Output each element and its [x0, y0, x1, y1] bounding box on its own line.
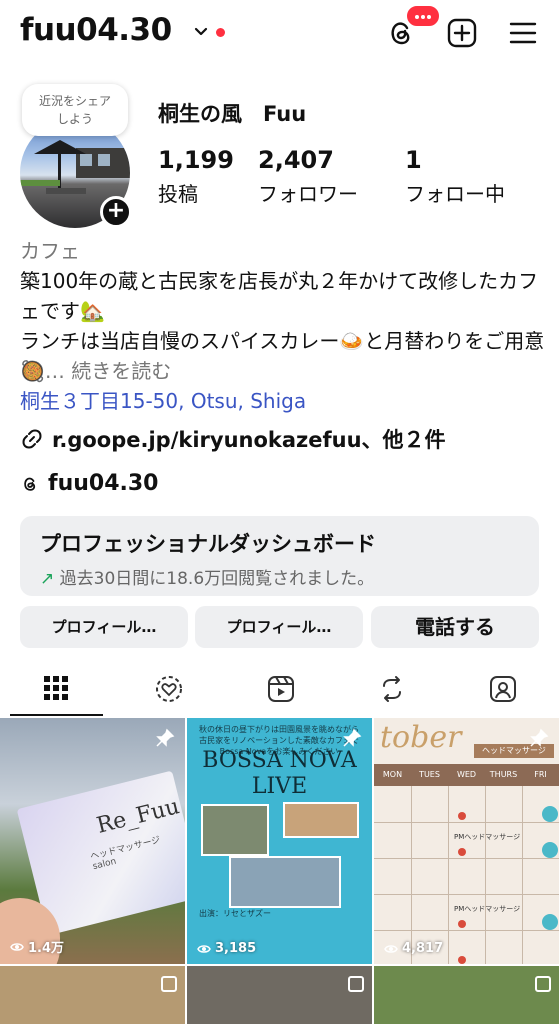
post-thumbnail[interactable]: tober ヘッドマッサージ MON TUES WED THURS FRI PM	[374, 718, 559, 964]
view-count: 3,185	[197, 941, 256, 956]
threads-profile-link[interactable]: fuu04.30	[20, 471, 158, 496]
calendar-marker	[458, 920, 466, 928]
read-more-link[interactable]: … 続きを読む	[45, 359, 171, 383]
account-notification-dot	[216, 28, 225, 37]
bio-line-2: ランチは当店自慢のスパイスカレー🍛と月替わりをご用意🥘… 続きを読む	[20, 326, 545, 386]
reels-icon	[268, 676, 294, 702]
username-switcher[interactable]: fuu04.30	[20, 12, 172, 48]
calendar-marker	[458, 812, 466, 820]
post-thumbnail[interactable]: Re_Fuu ヘッドマッサージsalon 1.4万	[0, 718, 185, 964]
reels-feed-icon	[156, 676, 182, 702]
location-link[interactable]: 桐生３丁目15-50, Otsu, Shiga	[20, 386, 545, 416]
view-count-text: 4,817	[402, 941, 444, 956]
tab-reels-feed[interactable]	[122, 660, 215, 716]
note-bubble[interactable]: 近況をシェア しよう	[22, 84, 128, 136]
calendar-header: MON TUES WED THURS FRI	[374, 764, 559, 786]
flyer-photo	[229, 856, 341, 908]
calendar-event: PMヘッドマッサージ	[454, 905, 521, 913]
reposts-icon	[383, 676, 401, 702]
eye-icon	[10, 942, 24, 951]
post-thumbnail[interactable]	[0, 966, 185, 1024]
professional-dashboard[interactable]: プロフェッショナルダッシュボード ↗ 過去30日間に18.6万回閲覧されました。	[20, 516, 539, 596]
top-bar: fuu04.30	[0, 0, 559, 68]
followers-stat[interactable]: 2,407 フォロワー	[258, 146, 358, 207]
pin-icon	[156, 728, 175, 747]
call-button[interactable]: 電話する	[371, 606, 539, 648]
chevron-down-icon[interactable]	[193, 24, 209, 40]
flyer-bottom-text: 出演：リセとザズー	[199, 909, 271, 918]
hamburger-menu-icon[interactable]	[506, 16, 540, 50]
post-thumbnail[interactable]: 秋の休日の昼下がりは田園風景を眺めながら古民家をリノベーションした素敵なカフェで…	[187, 718, 372, 964]
followers-count: 2,407	[258, 146, 334, 174]
tab-reposts[interactable]	[345, 660, 438, 716]
view-count-text: 3,185	[215, 941, 257, 956]
threads-icon	[24, 477, 36, 491]
calendar-marker	[542, 914, 558, 930]
calendar-day: FRI	[534, 770, 547, 779]
bio: カフェ 築100年の蔵と古民家を店長が丸２年かけて改修したカフェです🏡 ランチは…	[20, 236, 545, 416]
calendar-day: WED	[456, 770, 477, 779]
tab-posts-grid[interactable]	[10, 660, 103, 716]
pin-icon	[343, 728, 362, 747]
threads-handle: fuu04.30	[48, 471, 159, 496]
carousel-icon	[161, 976, 177, 992]
pin-icon	[530, 728, 549, 747]
calendar-marker	[542, 842, 558, 858]
link-icon	[22, 429, 42, 449]
dashboard-subtitle: ↗ 過去30日間に18.6万回閲覧されました。	[40, 564, 519, 589]
posts-count: 1,199	[158, 146, 234, 174]
followers-label: フォロワー	[258, 182, 358, 206]
following-label: フォロー中	[405, 182, 505, 206]
note-bubble-text: 近況をシェア しよう	[38, 94, 111, 126]
calendar-grid: PMヘッドマッサージ PMヘッドマッサージ	[374, 786, 559, 964]
view-count-text: 1.4万	[28, 941, 65, 956]
eye-icon	[197, 944, 211, 953]
post-thumbnail[interactable]	[187, 966, 372, 1024]
category-label: カフェ	[20, 239, 80, 263]
grid-icon	[44, 676, 68, 700]
share-profile-button[interactable]: プロフィール…	[195, 606, 363, 648]
threads-notification-badge	[405, 4, 441, 28]
edit-profile-button[interactable]: プロフィール…	[20, 606, 188, 648]
flyer-title: BOSSA NOVA LIVE	[202, 748, 357, 799]
calendar-marker	[458, 848, 466, 856]
calendar-marker	[458, 956, 466, 964]
following-stat[interactable]: 1 フォロー中	[405, 146, 505, 207]
view-count: 4,817	[384, 941, 443, 956]
calendar-day: MON	[382, 770, 403, 779]
profile-tabs	[0, 660, 559, 716]
tagged-icon	[490, 676, 516, 702]
posts-stat[interactable]: 1,199 投稿	[158, 146, 234, 207]
carousel-icon	[535, 976, 551, 992]
dashboard-subtitle-text: 過去30日間に18.6万回閲覧されました。	[59, 569, 375, 589]
bio-line-1: 築100年の蔵と古民家を店長が丸２年かけて改修したカフェです🏡	[20, 269, 539, 323]
posts-label: 投稿	[158, 182, 198, 206]
external-link-text: r.goope.jp/kiryunokazefuu、他２件	[52, 428, 446, 452]
calendar-day: TUES	[419, 770, 440, 779]
post-thumbnail[interactable]	[374, 966, 559, 1024]
calendar-day: THURS	[489, 770, 518, 779]
calendar-event: PMヘッドマッサージ	[454, 833, 521, 841]
external-link[interactable]: r.goope.jp/kiryunokazefuu、他２件	[20, 424, 446, 454]
trend-up-icon: ↗	[40, 569, 55, 589]
eye-icon	[384, 944, 398, 953]
calendar-marker	[542, 806, 558, 822]
calendar-title: tober	[380, 720, 462, 755]
add-story-button[interactable]: +	[100, 196, 132, 228]
plus-square-icon[interactable]	[445, 16, 479, 50]
display-name: 桐生の風 Fuu	[158, 102, 307, 126]
following-count: 1	[405, 146, 422, 174]
flyer-photo	[201, 804, 269, 856]
flyer-photo	[283, 802, 359, 838]
carousel-icon	[348, 976, 364, 992]
view-count: 1.4万	[10, 937, 64, 956]
tab-tagged[interactable]	[456, 660, 549, 716]
dashboard-title: プロフェッショナルダッシュボード	[40, 532, 376, 556]
tab-reels[interactable]	[234, 660, 327, 716]
